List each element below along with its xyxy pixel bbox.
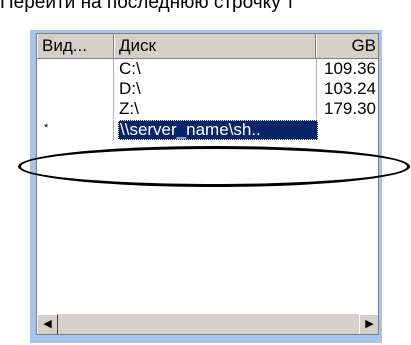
new-row-gb[interactable] xyxy=(316,120,378,140)
horizontal-scrollbar[interactable]: ◀ ▶ xyxy=(37,314,378,334)
column-header-type[interactable]: Вид... xyxy=(37,34,114,58)
cell-disk[interactable]: D:\ xyxy=(119,79,309,99)
cell-gb[interactable]: 109.36 xyxy=(316,59,378,79)
arrow-right-icon: ▶ xyxy=(365,318,374,330)
new-row-disk-input[interactable]: \\server_name\sh.. xyxy=(118,120,318,140)
table-row[interactable]: C:\ 109.36 xyxy=(37,59,378,79)
scroll-left-button[interactable]: ◀ xyxy=(37,314,58,334)
cell-type xyxy=(37,59,114,79)
column-header-gb[interactable]: GB xyxy=(316,34,378,58)
table-row[interactable]: D:\ 103.24 xyxy=(37,79,378,99)
instruction-text: Перейти на последнюю строчку т xyxy=(0,0,295,13)
cell-type xyxy=(37,79,114,99)
grid-header: Вид... Диск GB xyxy=(37,34,378,59)
drives-grid[interactable]: Вид... Диск GB C:\ 109.36 D:\ 103.24 Z:\… xyxy=(36,33,379,335)
arrow-left-icon: ◀ xyxy=(43,318,52,330)
new-row-indicator: * xyxy=(37,120,114,140)
table-row[interactable]: Z:\ 179.30 xyxy=(37,99,378,119)
asterisk-icon: * xyxy=(44,122,49,134)
new-row[interactable]: * \\server_name\sh.. xyxy=(37,120,378,140)
cell-disk[interactable]: C:\ xyxy=(119,59,309,79)
cell-type xyxy=(37,99,114,119)
column-header-disk[interactable]: Диск xyxy=(114,34,316,58)
cell-gb[interactable]: 103.24 xyxy=(316,79,378,99)
cell-disk[interactable]: Z:\ xyxy=(119,99,309,119)
scroll-right-button[interactable]: ▶ xyxy=(359,314,378,334)
cell-gb[interactable]: 179.30 xyxy=(316,99,378,119)
